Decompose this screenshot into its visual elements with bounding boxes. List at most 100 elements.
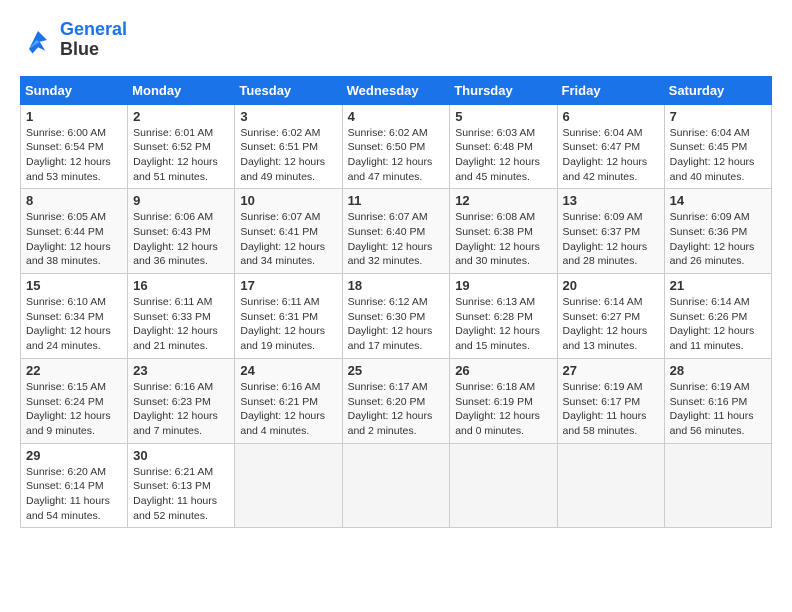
calendar-cell: 24 Sunrise: 6:16 AM Sunset: 6:21 PM Dayli… (235, 358, 342, 443)
day-info: Sunrise: 6:07 AM Sunset: 6:40 PM Dayligh… (348, 210, 445, 269)
day-info: Sunrise: 6:14 AM Sunset: 6:27 PM Dayligh… (563, 295, 659, 354)
calendar-cell: 3 Sunrise: 6:02 AM Sunset: 6:51 PM Daylig… (235, 104, 342, 189)
day-number: 14 (670, 193, 766, 208)
calendar-cell (342, 443, 450, 528)
day-number: 27 (563, 363, 659, 378)
calendar-week-4: 22 Sunrise: 6:15 AM Sunset: 6:24 PM Dayli… (21, 358, 772, 443)
day-info: Sunrise: 6:19 AM Sunset: 6:16 PM Dayligh… (670, 380, 766, 439)
day-number: 5 (455, 109, 551, 124)
calendar-cell: 5 Sunrise: 6:03 AM Sunset: 6:48 PM Daylig… (450, 104, 557, 189)
calendar-cell: 14 Sunrise: 6:09 AM Sunset: 6:36 PM Dayli… (664, 189, 771, 274)
calendar-cell: 21 Sunrise: 6:14 AM Sunset: 6:26 PM Dayli… (664, 274, 771, 359)
day-info: Sunrise: 6:03 AM Sunset: 6:48 PM Dayligh… (455, 126, 551, 185)
day-info: Sunrise: 6:09 AM Sunset: 6:37 PM Dayligh… (563, 210, 659, 269)
calendar-week-3: 15 Sunrise: 6:10 AM Sunset: 6:34 PM Dayli… (21, 274, 772, 359)
calendar-table: SundayMondayTuesdayWednesdayThursdayFrid… (20, 76, 772, 529)
header-wednesday: Wednesday (342, 76, 450, 104)
day-info: Sunrise: 6:01 AM Sunset: 6:52 PM Dayligh… (133, 126, 229, 185)
day-number: 8 (26, 193, 122, 208)
day-info: Sunrise: 6:21 AM Sunset: 6:13 PM Dayligh… (133, 465, 229, 524)
day-number: 10 (240, 193, 336, 208)
day-info: Sunrise: 6:00 AM Sunset: 6:54 PM Dayligh… (26, 126, 122, 185)
day-info: Sunrise: 6:18 AM Sunset: 6:19 PM Dayligh… (455, 380, 551, 439)
day-number: 4 (348, 109, 445, 124)
day-info: Sunrise: 6:20 AM Sunset: 6:14 PM Dayligh… (26, 465, 122, 524)
header-thursday: Thursday (450, 76, 557, 104)
page-header: General Blue (20, 20, 772, 60)
logo-icon (20, 22, 56, 58)
day-number: 16 (133, 278, 229, 293)
day-number: 23 (133, 363, 229, 378)
calendar-cell: 2 Sunrise: 6:01 AM Sunset: 6:52 PM Daylig… (128, 104, 235, 189)
day-info: Sunrise: 6:11 AM Sunset: 6:31 PM Dayligh… (240, 295, 336, 354)
logo: General Blue (20, 20, 127, 60)
header-tuesday: Tuesday (235, 76, 342, 104)
calendar-cell: 18Sunrise: 6:12 AM Sunset: 6:30 PM Dayli… (342, 274, 450, 359)
calendar-cell: 9Sunrise: 6:06 AM Sunset: 6:43 PM Daylig… (128, 189, 235, 274)
day-info: Sunrise: 6:08 AM Sunset: 6:38 PM Dayligh… (455, 210, 551, 269)
day-number: 18 (348, 278, 445, 293)
day-number: 11 (348, 193, 445, 208)
day-info: Sunrise: 6:10 AM Sunset: 6:34 PM Dayligh… (26, 295, 122, 354)
day-info: Sunrise: 6:15 AM Sunset: 6:24 PM Dayligh… (26, 380, 122, 439)
calendar-cell: 11 Sunrise: 6:07 AM Sunset: 6:40 PM Dayli… (342, 189, 450, 274)
day-number: 24 (240, 363, 336, 378)
day-number: 26 (455, 363, 551, 378)
day-info: Sunrise: 6:04 AM Sunset: 6:47 PM Dayligh… (563, 126, 659, 185)
day-number: 3 (240, 109, 336, 124)
day-number: 13 (563, 193, 659, 208)
calendar-cell (664, 443, 771, 528)
calendar-cell (557, 443, 664, 528)
calendar-cell: 28 Sunrise: 6:19 AM Sunset: 6:16 PM Dayli… (664, 358, 771, 443)
calendar-cell: 7 Sunrise: 6:04 AM Sunset: 6:45 PM Daylig… (664, 104, 771, 189)
day-number: 29 (26, 448, 122, 463)
calendar-cell: 12 Sunrise: 6:08 AM Sunset: 6:38 PM Dayli… (450, 189, 557, 274)
day-info: Sunrise: 6:14 AM Sunset: 6:26 PM Dayligh… (670, 295, 766, 354)
calendar-week-1: 1Sunrise: 6:00 AM Sunset: 6:54 PM Daylig… (21, 104, 772, 189)
day-number: 21 (670, 278, 766, 293)
calendar-cell: 30 Sunrise: 6:21 AM Sunset: 6:13 PM Dayli… (128, 443, 235, 528)
calendar-cell: 20 Sunrise: 6:14 AM Sunset: 6:27 PM Dayli… (557, 274, 664, 359)
day-number: 7 (670, 109, 766, 124)
day-number: 25 (348, 363, 445, 378)
day-info: Sunrise: 6:07 AM Sunset: 6:41 PM Dayligh… (240, 210, 336, 269)
header-monday: Monday (128, 76, 235, 104)
day-number: 22 (26, 363, 122, 378)
calendar-cell: 23 Sunrise: 6:16 AM Sunset: 6:23 PM Dayli… (128, 358, 235, 443)
day-info: Sunrise: 6:16 AM Sunset: 6:21 PM Dayligh… (240, 380, 336, 439)
day-number: 6 (563, 109, 659, 124)
day-number: 30 (133, 448, 229, 463)
calendar-header-row: SundayMondayTuesdayWednesdayThursdayFrid… (21, 76, 772, 104)
day-info: Sunrise: 6:16 AM Sunset: 6:23 PM Dayligh… (133, 380, 229, 439)
day-info: Sunrise: 6:05 AM Sunset: 6:44 PM Dayligh… (26, 210, 122, 269)
calendar-cell: 29 Sunrise: 6:20 AM Sunset: 6:14 PM Dayli… (21, 443, 128, 528)
calendar-week-2: 8 Sunrise: 6:05 AM Sunset: 6:44 PM Daylig… (21, 189, 772, 274)
day-info: Sunrise: 6:11 AM Sunset: 6:33 PM Dayligh… (133, 295, 229, 354)
calendar-cell: 6 Sunrise: 6:04 AM Sunset: 6:47 PM Daylig… (557, 104, 664, 189)
calendar-cell: 19 Sunrise: 6:13 AM Sunset: 6:28 PM Dayli… (450, 274, 557, 359)
day-info: Sunrise: 6:09 AM Sunset: 6:36 PM Dayligh… (670, 210, 766, 269)
day-info: Sunrise: 6:02 AM Sunset: 6:51 PM Dayligh… (240, 126, 336, 185)
calendar-cell: 4Sunrise: 6:02 AM Sunset: 6:50 PM Daylig… (342, 104, 450, 189)
header-sunday: Sunday (21, 76, 128, 104)
day-number: 12 (455, 193, 551, 208)
calendar-cell: 13 Sunrise: 6:09 AM Sunset: 6:37 PM Dayli… (557, 189, 664, 274)
day-number: 28 (670, 363, 766, 378)
day-info: Sunrise: 6:17 AM Sunset: 6:20 PM Dayligh… (348, 380, 445, 439)
calendar-cell: 27 Sunrise: 6:19 AM Sunset: 6:17 PM Dayli… (557, 358, 664, 443)
calendar-cell: 10 Sunrise: 6:07 AM Sunset: 6:41 PM Dayli… (235, 189, 342, 274)
calendar-cell: 15 Sunrise: 6:10 AM Sunset: 6:34 PM Dayli… (21, 274, 128, 359)
calendar-cell: 8 Sunrise: 6:05 AM Sunset: 6:44 PM Daylig… (21, 189, 128, 274)
calendar-cell: 25 Sunrise: 6:17 AM Sunset: 6:20 PM Dayli… (342, 358, 450, 443)
calendar-cell: 1Sunrise: 6:00 AM Sunset: 6:54 PM Daylig… (21, 104, 128, 189)
day-info: Sunrise: 6:19 AM Sunset: 6:17 PM Dayligh… (563, 380, 659, 439)
calendar-cell: 22 Sunrise: 6:15 AM Sunset: 6:24 PM Dayli… (21, 358, 128, 443)
day-info: Sunrise: 6:04 AM Sunset: 6:45 PM Dayligh… (670, 126, 766, 185)
calendar-cell: 26 Sunrise: 6:18 AM Sunset: 6:19 PM Dayli… (450, 358, 557, 443)
day-number: 2 (133, 109, 229, 124)
calendar-cell: 16 Sunrise: 6:11 AM Sunset: 6:33 PM Dayli… (128, 274, 235, 359)
day-number: 15 (26, 278, 122, 293)
day-number: 20 (563, 278, 659, 293)
day-number: 19 (455, 278, 551, 293)
day-info: Sunrise: 6:13 AM Sunset: 6:28 PM Dayligh… (455, 295, 551, 354)
